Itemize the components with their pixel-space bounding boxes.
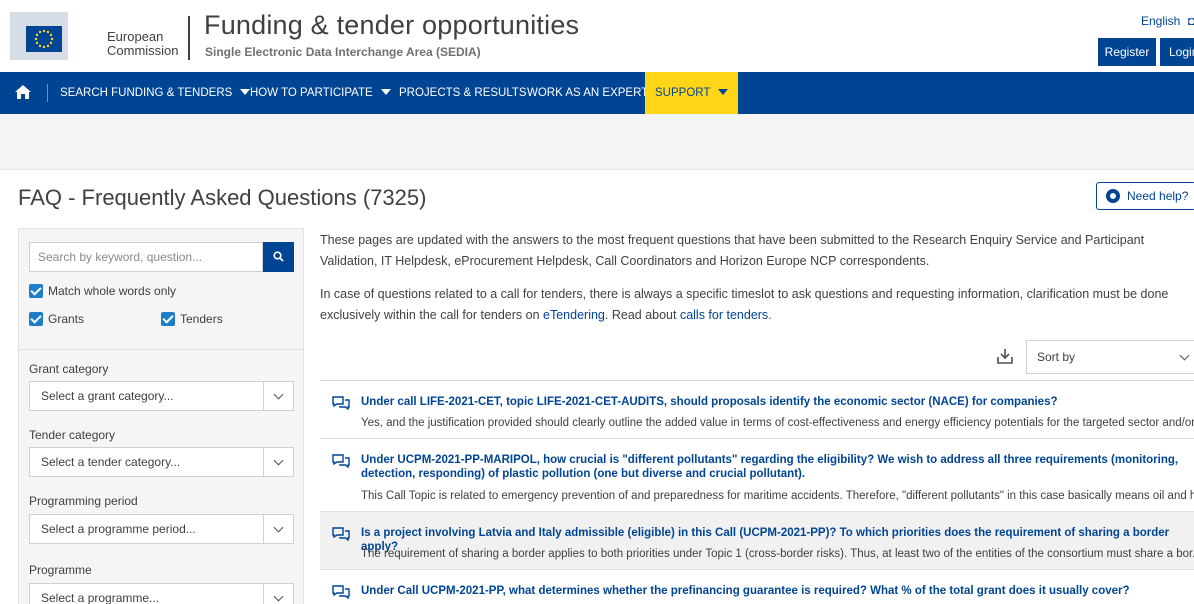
programming-period-select[interactable]: Select a programme period... [29,514,294,544]
match-whole-words-checkbox[interactable]: Match whole words only [29,284,176,298]
tender-category-select[interactable]: Select a tender category... [29,447,294,477]
european-commission-logo[interactable]: European Commission [10,10,186,62]
comments-icon [332,527,350,541]
search-icon [273,251,284,262]
need-help-button[interactable]: Need help? [1096,182,1194,210]
language-icon[interactable]: ◘ [1188,14,1194,28]
eu-flag-icon [10,12,68,60]
sidebar-divider [19,349,303,350]
nav-search-funding[interactable]: SEARCH FUNDING & TENDERS [60,72,251,114]
grant-category-label: Grant category [29,362,109,376]
tender-category-label: Tender category [29,428,116,442]
select-value: Select a tender category... [41,455,181,469]
etendering-link[interactable]: eTendering [543,308,605,322]
faq-answer: This Call Topic is related to emergency … [361,490,1194,502]
nav-label: HOW TO PARTICIPATE [250,87,373,99]
filter-sidebar: Search by keyword, question... Match who… [18,228,304,604]
faq-question[interactable]: Under UCPM-2021-PP-MARIPOL, how crucial … [361,453,1194,481]
checkbox-label: Tenders [180,312,223,326]
faq-item[interactable]: Under Call UCPM-2021-PP, what determines… [320,570,1194,604]
sort-label: Sort by [1037,350,1076,364]
faq-question[interactable]: Under Call UCPM-2021-PP, what determines… [361,584,1194,598]
caret-down-icon [718,89,729,95]
grants-checkbox[interactable]: Grants [29,312,84,326]
tenders-paragraph: In case of questions related to a call f… [320,284,1190,326]
nav-support[interactable]: SUPPORT [645,72,739,114]
nav-how-to-participate[interactable]: HOW TO PARTICIPATE [250,72,391,114]
site-header: European Commission Funding & tender opp… [0,0,1194,72]
select-value: Select a grant category... [41,389,174,403]
page-title: FAQ - Frequently Asked Questions (7325) [18,185,427,210]
caret-down-icon [240,89,251,95]
lifebuoy-icon [1106,189,1120,203]
faq-item[interactable]: Under call LIFE-2021-CET, topic LIFE-202… [320,381,1194,439]
faq-item[interactable]: Is a project involving Latvia and Italy … [320,512,1194,570]
chevron-down-icon [263,515,293,543]
programme-select[interactable]: Select a programme... [29,583,294,604]
faq-answer: Yes, and the justification provided shou… [361,417,1194,429]
sort-select[interactable]: Sort by [1026,340,1194,374]
chevron-down-icon [1179,350,1190,361]
nav-projects-results[interactable]: PROJECTS & RESULTS [399,72,527,114]
programme-label: Programme [29,563,92,577]
nav-separator [47,84,48,102]
header-divider [188,16,190,60]
language-selector[interactable]: English [1141,14,1180,28]
download-icon[interactable] [996,347,1014,365]
checkbox-checked-icon [161,312,175,326]
home-icon[interactable] [14,84,32,100]
main-nav: SEARCH FUNDING & TENDERS HOW TO PARTICIP… [0,72,1194,114]
chevron-down-icon [263,584,293,604]
search-input[interactable]: Search by keyword, question... [29,242,263,272]
site-title[interactable]: Funding & tender opportunities [204,10,579,41]
nav-work-as-expert[interactable]: WORK AS AN EXPERT [527,72,648,114]
checkbox-checked-icon [29,312,43,326]
faq-item[interactable]: Under UCPM-2021-PP-MARIPOL, how crucial … [320,439,1194,512]
faq-question[interactable]: Under call LIFE-2021-CET, topic LIFE-202… [361,395,1194,409]
org-name-line1: European [107,29,164,44]
site-subtitle: Single Electronic Data Interchange Area … [205,45,481,59]
paragraph-text: . Read about [604,308,680,322]
calls-for-tenders-link[interactable]: calls for tenders [680,308,768,322]
chevron-down-icon [263,382,293,410]
nav-label: WORK AS AN EXPERT [527,87,649,99]
faq-answer: The requirement of sharing a border appl… [361,548,1194,560]
org-name-line2: Commission [107,43,179,58]
faq-list: Under call LIFE-2021-CET, topic LIFE-202… [320,380,1194,604]
breadcrumb-band [0,114,1194,170]
nav-label: SUPPORT [655,87,711,99]
paragraph-text: . [768,308,772,322]
checkbox-label: Match whole words only [48,284,177,298]
comments-icon [332,396,350,410]
select-value: Select a programme period... [41,522,196,536]
checkbox-label: Grants [48,312,85,326]
nav-label: PROJECTS & RESULTS [399,87,527,99]
grant-category-select[interactable]: Select a grant category... [29,381,294,411]
select-value: Select a programme... [41,591,160,604]
checkbox-checked-icon [29,284,43,298]
search-button[interactable] [263,242,294,272]
nav-label: SEARCH FUNDING & TENDERS [60,87,233,99]
org-name: European Commission [107,30,179,58]
intro-paragraph: These pages are updated with the answers… [320,233,1145,268]
caret-down-icon [380,89,391,95]
comments-icon [332,454,350,468]
tenders-checkbox[interactable]: Tenders [161,312,223,326]
programming-period-label: Programming period [29,494,138,508]
comments-icon [332,585,350,599]
login-button[interactable]: Login [1160,38,1194,66]
chevron-down-icon [263,448,293,476]
need-help-label: Need help? [1127,189,1189,203]
register-button[interactable]: Register [1098,38,1156,66]
